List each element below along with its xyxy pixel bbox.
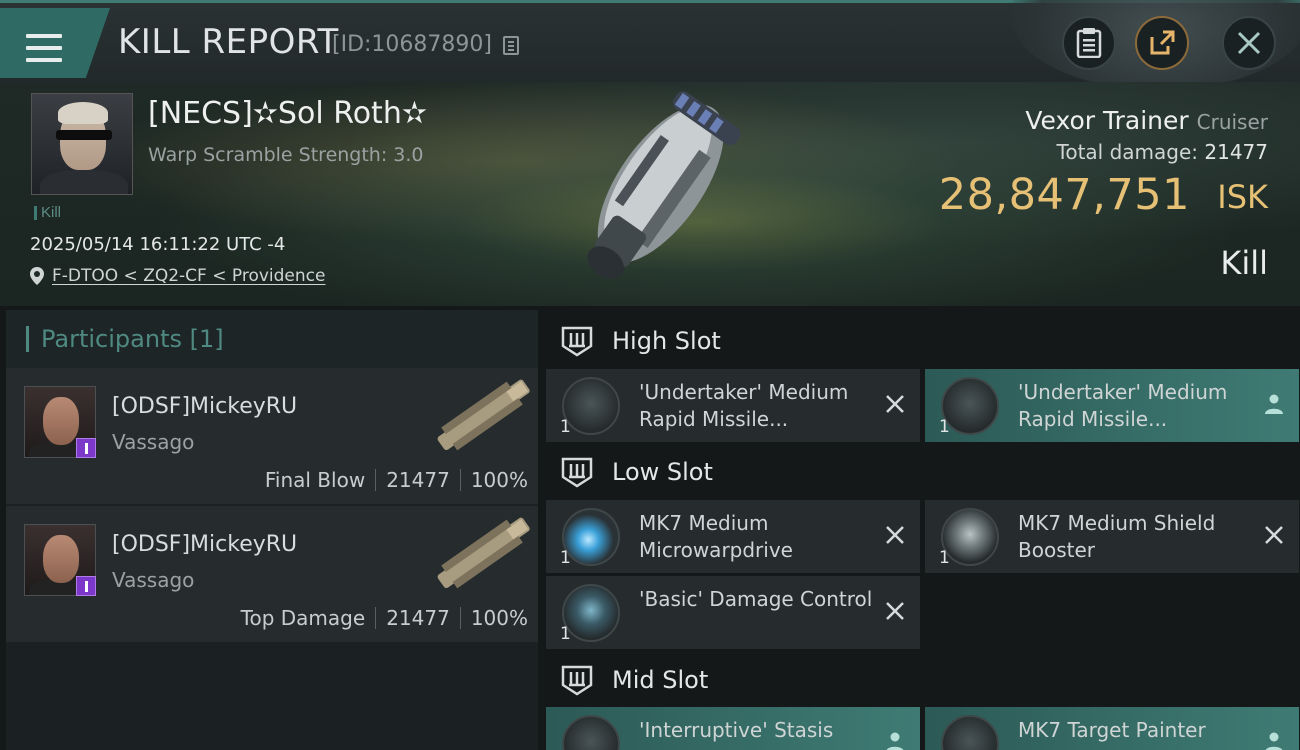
isk-unit: ISK bbox=[1217, 178, 1268, 216]
module-qty: 1 bbox=[939, 417, 950, 437]
menu-button[interactable] bbox=[0, 8, 110, 78]
participants-title: Participants bbox=[41, 325, 182, 353]
high-slot-label: High Slot bbox=[612, 327, 721, 355]
remove-x-icon bbox=[886, 526, 904, 544]
module-qty: 1 bbox=[560, 417, 571, 437]
fitting-panel: High Slot 1 'Undertaker' Medium Rapid Mi… bbox=[546, 310, 1300, 750]
module-item[interactable]: 1 MK7 Medium Shield Booster bbox=[925, 500, 1299, 573]
module-name: 'Interruptive' Stasis bbox=[639, 718, 834, 742]
participant-role: Final Blow bbox=[264, 468, 366, 492]
participant-percent: 100% bbox=[470, 468, 528, 492]
participant-row[interactable]: [ODSF]MickeyRU Vassago Top Damage 21477 … bbox=[6, 506, 538, 642]
slot-icon bbox=[561, 326, 593, 357]
mid-slot-label: Mid Slot bbox=[612, 666, 709, 694]
share-icon bbox=[1150, 30, 1175, 55]
module-name: 'Undertaker' Medium Rapid Missile... bbox=[639, 380, 849, 431]
participant-ship-render bbox=[437, 379, 530, 451]
location-link[interactable]: F-DTOO < ZQ2-CF < Providence bbox=[52, 266, 325, 286]
participant-name[interactable]: [ODSF]MickeyRU bbox=[112, 532, 297, 557]
remove-x-icon bbox=[1265, 526, 1283, 544]
module-item[interactable]: 1 'Interruptive' Stasis bbox=[546, 707, 920, 750]
participant-stats: Final Blow 21477 100% bbox=[265, 468, 528, 492]
ship-class: Cruiser bbox=[1196, 110, 1268, 134]
module-name: 'Basic' Damage Control bbox=[639, 587, 873, 611]
victim-portrait[interactable] bbox=[31, 93, 133, 195]
location-pin-icon bbox=[30, 267, 44, 285]
participant-name[interactable]: [ODSF]MickeyRU bbox=[112, 394, 297, 419]
victim-ship[interactable]: Vexor Trainer Cruiser bbox=[1025, 106, 1268, 135]
menu-icon bbox=[26, 34, 62, 62]
total-damage-label: Total damage: bbox=[1056, 140, 1199, 164]
page-title: KILL REPORT bbox=[118, 22, 339, 62]
warp-scramble-strength: Warp Scramble Strength: 3.0 bbox=[148, 144, 424, 166]
target-painter-icon bbox=[941, 715, 999, 750]
high-slot-header: High Slot bbox=[546, 312, 1300, 370]
total-damage-value: 21477 bbox=[1204, 140, 1268, 164]
person-icon bbox=[886, 732, 904, 750]
pilot-badge-icon bbox=[76, 576, 96, 596]
participants-count: [1] bbox=[189, 325, 224, 353]
isk-value: 28,847,751 bbox=[938, 170, 1190, 220]
victim-panel: [NECS]✫Sol Roth✫ Warp Scramble Strength:… bbox=[0, 82, 1300, 306]
participant-percent: 100% bbox=[470, 606, 528, 630]
participant-ship: Vassago bbox=[112, 568, 195, 592]
copy-icon[interactable] bbox=[503, 36, 519, 55]
participants-header: Participants [1] bbox=[6, 310, 538, 368]
close-button[interactable] bbox=[1222, 16, 1276, 70]
module-name: 'Undertaker' Medium Rapid Missile... bbox=[1018, 380, 1228, 431]
participant-damage: 21477 bbox=[386, 468, 450, 492]
remove-x-icon bbox=[886, 602, 904, 620]
module-name: MK7 Medium Shield Booster bbox=[1018, 511, 1216, 562]
participant-damage: 21477 bbox=[386, 606, 450, 630]
kill-datetime: 2025/05/14 16:11:22 UTC -4 bbox=[30, 234, 286, 255]
person-icon bbox=[1265, 394, 1283, 414]
module-item[interactable]: 1 MK7 Target Painter bbox=[925, 707, 1299, 750]
module-item[interactable]: 1 MK7 Medium Microwarpdrive bbox=[546, 500, 920, 573]
module-name: MK7 Target Painter bbox=[1018, 718, 1206, 742]
report-id: [ID:10687890] bbox=[332, 32, 492, 57]
module-name: MK7 Medium Microwarpdrive bbox=[639, 511, 793, 562]
module-qty: 1 bbox=[560, 548, 571, 568]
ship-type: Vexor Trainer bbox=[1025, 106, 1189, 135]
participant-row[interactable]: [ODSF]MickeyRU Vassago Final Blow 21477 … bbox=[6, 368, 538, 504]
low-slot-header: Low Slot bbox=[546, 443, 1300, 501]
slot-icon bbox=[561, 457, 593, 488]
stasis-web-icon bbox=[562, 715, 620, 750]
victim-name[interactable]: [NECS]✫Sol Roth✫ bbox=[148, 96, 427, 131]
clipboard-button[interactable] bbox=[1062, 16, 1116, 70]
participant-ship-render bbox=[437, 517, 530, 589]
person-icon bbox=[1265, 732, 1283, 750]
participant-role: Top Damage bbox=[240, 606, 366, 630]
module-item[interactable]: 1 'Basic' Damage Control bbox=[546, 576, 920, 649]
participants-panel: Participants [1] [ODSF]MickeyRU Vassago … bbox=[6, 310, 538, 750]
participant-stats: Top Damage 21477 100% bbox=[241, 606, 528, 630]
total-damage: Total damage: 21477 bbox=[1057, 140, 1268, 164]
kill-tag: Kill bbox=[34, 205, 61, 220]
participant-ship: Vassago bbox=[112, 430, 195, 454]
remove-x-icon bbox=[886, 395, 904, 413]
low-slot-label: Low Slot bbox=[612, 458, 713, 486]
top-bar: KILL REPORT [ID:10687890] bbox=[0, 0, 1300, 82]
clipboard-icon bbox=[1076, 28, 1102, 58]
pilot-badge-icon bbox=[76, 438, 96, 458]
close-icon bbox=[1237, 31, 1261, 55]
mid-slot-header: Mid Slot bbox=[546, 651, 1300, 709]
module-qty: 1 bbox=[560, 624, 571, 644]
share-button[interactable] bbox=[1135, 16, 1189, 70]
ship-render bbox=[587, 91, 741, 279]
module-item[interactable]: 1 'Undertaker' Medium Rapid Missile... bbox=[925, 369, 1299, 442]
outcome-label: Kill bbox=[1220, 244, 1268, 282]
module-item[interactable]: 1 'Undertaker' Medium Rapid Missile... bbox=[546, 369, 920, 442]
module-qty: 1 bbox=[939, 548, 950, 568]
slot-icon bbox=[561, 665, 593, 696]
kill-location[interactable]: F-DTOO < ZQ2-CF < Providence bbox=[30, 266, 325, 286]
